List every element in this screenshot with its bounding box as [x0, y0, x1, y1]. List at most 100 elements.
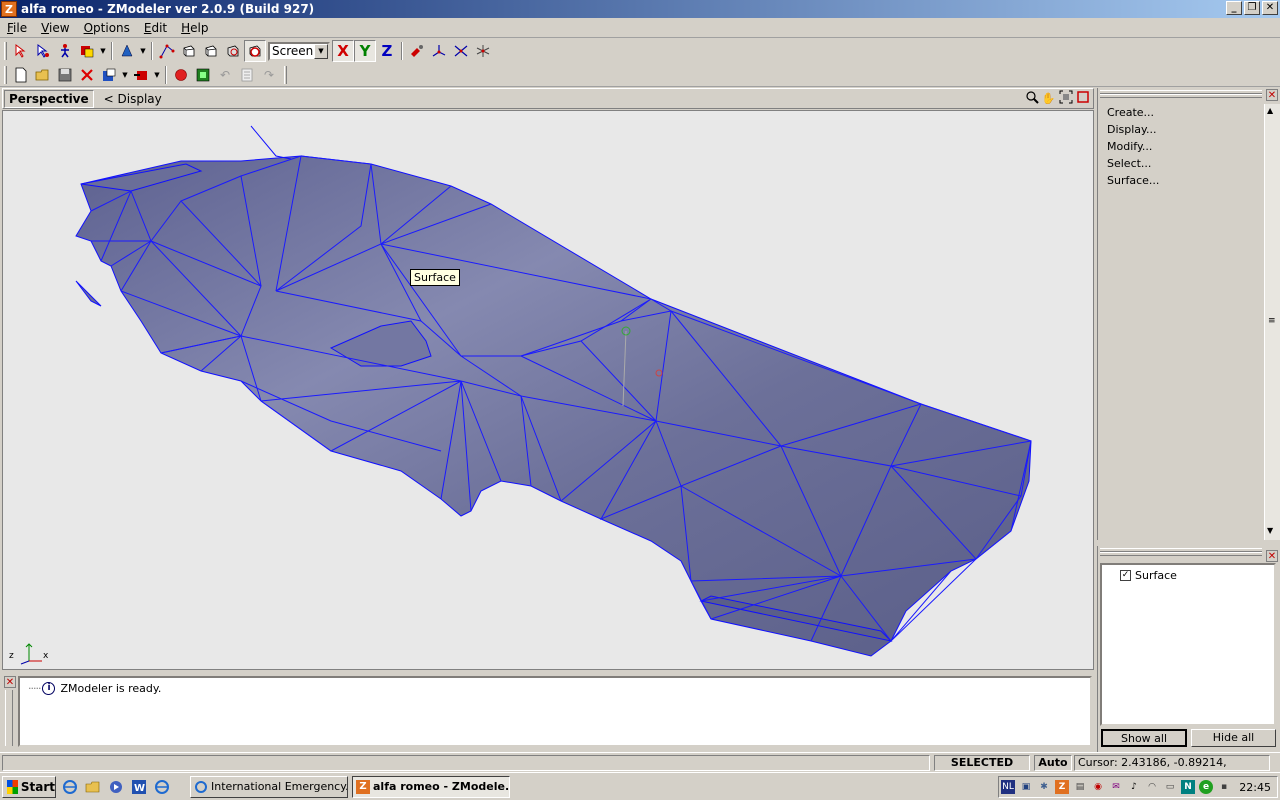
title-bar: Z alfa romeo - ZModeler ver 2.0.9 (Build… — [0, 0, 1280, 18]
display-icon[interactable]: ▤ — [1073, 780, 1087, 794]
chevron-down-icon[interactable]: ▼ — [138, 47, 148, 55]
app-n-icon[interactable]: N — [1181, 780, 1195, 794]
selected-mode-status[interactable]: SELECTED MODE — [934, 755, 1030, 783]
close-icon[interactable]: ✕ — [1266, 550, 1278, 562]
network-icon[interactable]: ▣ — [1019, 780, 1033, 794]
cmd-display[interactable]: Display... — [1107, 121, 1159, 138]
bluetooth-icon[interactable]: ✱ — [1037, 780, 1051, 794]
object-item-surface[interactable]: ✓ Surface — [1120, 569, 1177, 582]
menu-edit[interactable]: Edit — [137, 21, 174, 35]
export-icon[interactable] — [130, 64, 152, 86]
axis-x-toggle[interactable]: X — [332, 40, 354, 62]
status-bar: SELECTED MODE Auto Cursor: 2.43186, -0.8… — [0, 752, 1280, 783]
hide-all-button[interactable]: Hide all — [1191, 729, 1276, 747]
log-panel: ····· i ZModeler is ready. — [18, 676, 1092, 747]
select-tool-icon[interactable] — [10, 40, 32, 62]
toolbar-grip[interactable] — [4, 65, 7, 84]
menu-options[interactable]: Options — [77, 21, 137, 35]
world-axes-icon[interactable] — [472, 40, 494, 62]
viewport-name-tab[interactable]: Perspective — [4, 89, 94, 108]
face-mode-icon[interactable] — [178, 40, 200, 62]
pan-hand-icon[interactable]: ✋ — [1040, 90, 1057, 107]
undo-icon[interactable]: ↶ — [214, 64, 236, 86]
menu-help[interactable]: Help — [174, 21, 215, 35]
word-icon[interactable]: W — [131, 779, 147, 795]
close-icon[interactable]: ✕ — [4, 676, 16, 688]
visibility-checkbox[interactable]: ✓ — [1120, 570, 1131, 581]
perspective-viewport[interactable]: Surface z x — [2, 110, 1094, 670]
object-mode-icon[interactable] — [200, 40, 222, 62]
new-file-icon[interactable] — [10, 64, 32, 86]
minimize-button[interactable]: _ — [1226, 1, 1242, 15]
ie-icon[interactable] — [62, 779, 78, 795]
move-figure-icon[interactable] — [54, 40, 76, 62]
record-icon[interactable] — [170, 64, 192, 86]
axis-z-toggle[interactable]: Z — [376, 40, 398, 62]
maximize-viewport-icon[interactable] — [1074, 90, 1091, 107]
zoom-icon[interactable] — [1023, 90, 1040, 107]
folder-icon[interactable] — [85, 779, 101, 795]
cone-primitive-icon[interactable] — [116, 40, 138, 62]
show-all-button[interactable]: Show all — [1101, 729, 1187, 747]
scroll-thumb[interactable]: ≡ — [1268, 316, 1276, 326]
history-icon[interactable] — [236, 64, 258, 86]
app-e-icon[interactable]: e — [1199, 780, 1213, 794]
axis-y-toggle[interactable]: Y — [354, 40, 376, 62]
cmd-modify[interactable]: Modify... — [1107, 138, 1159, 155]
material-tool-icon[interactable] — [76, 40, 98, 62]
messenger-icon[interactable]: ✉ — [1109, 780, 1123, 794]
antivirus-icon[interactable]: ◉ — [1091, 780, 1105, 794]
open-folder-icon[interactable] — [32, 64, 54, 86]
zmodeler-tray-icon[interactable]: Z — [1055, 780, 1069, 794]
ie-icon[interactable] — [154, 779, 170, 795]
safely-remove-icon[interactable]: ▪ — [1217, 780, 1231, 794]
fit-view-icon[interactable] — [1057, 90, 1074, 107]
chevron-down-icon[interactable]: ▼ — [98, 47, 108, 55]
command-panel-scrollbar[interactable]: ▲ ≡ ▼ — [1264, 104, 1280, 540]
local-axes-icon[interactable] — [450, 40, 472, 62]
import-icon[interactable] — [98, 64, 120, 86]
scroll-down-icon[interactable]: ▼ — [1267, 526, 1273, 535]
save-icon[interactable] — [54, 64, 76, 86]
menu-bar: File View Options Edit Help — [0, 18, 1280, 38]
close-button[interactable]: ✕ — [1262, 1, 1278, 15]
snap-icon[interactable] — [406, 40, 428, 62]
log-message: ZModeler is ready. — [60, 682, 162, 695]
chevron-down-icon[interactable]: ▼ — [152, 71, 162, 79]
language-icon[interactable]: NL — [1001, 780, 1015, 794]
menu-file[interactable]: File — [0, 21, 34, 35]
log-grip[interactable] — [5, 690, 13, 746]
render-icon[interactable] — [192, 64, 214, 86]
scroll-up-icon[interactable]: ▲ — [1267, 106, 1273, 115]
restore-button[interactable]: ❐ — [1244, 1, 1260, 15]
cmd-select[interactable]: Select... — [1107, 155, 1159, 172]
media-player-icon[interactable] — [108, 779, 124, 795]
volume-icon[interactable]: ♪ — [1127, 780, 1141, 794]
car-mesh-wireframe[interactable] — [3, 111, 1094, 670]
monitor-icon[interactable]: ▭ — [1163, 780, 1177, 794]
taskbar-item-browser[interactable]: International Emergency... — [190, 776, 348, 798]
wifi-icon[interactable]: ◠ — [1145, 780, 1159, 794]
vertex-mode-icon[interactable] — [156, 40, 178, 62]
cmd-create[interactable]: Create... — [1107, 104, 1159, 121]
close-icon[interactable]: ✕ — [1266, 89, 1278, 101]
chevron-down-icon[interactable]: ▼ — [120, 71, 130, 79]
auto-status[interactable]: Auto — [1034, 755, 1072, 771]
delete-icon[interactable] — [76, 64, 98, 86]
taskbar-item-zmodeler[interactable]: Z alfa romeo - ZModele... — [352, 776, 510, 798]
zmodeler-app-icon[interactable]: Z — [1, 1, 17, 17]
display-toggle[interactable]: < Display — [104, 92, 162, 106]
chevron-down-icon[interactable]: ▼ — [314, 43, 328, 59]
selected-mode-icon[interactable] — [244, 40, 266, 62]
pivot-axes-icon[interactable] — [428, 40, 450, 62]
cmd-surface[interactable]: Surface... — [1107, 172, 1159, 189]
menu-view[interactable]: View — [34, 21, 76, 35]
smooth-mode-icon[interactable] — [222, 40, 244, 62]
start-button[interactable]: Start — [2, 776, 56, 798]
select-vertex-icon[interactable] — [32, 40, 54, 62]
coord-space-select[interactable]: Screen ▼ — [268, 41, 330, 61]
gizmo-z-label: z — [9, 651, 14, 661]
redo-icon[interactable]: ↷ — [258, 64, 280, 86]
svg-text:W: W — [134, 783, 145, 794]
toolbar-grip[interactable] — [4, 42, 7, 60]
